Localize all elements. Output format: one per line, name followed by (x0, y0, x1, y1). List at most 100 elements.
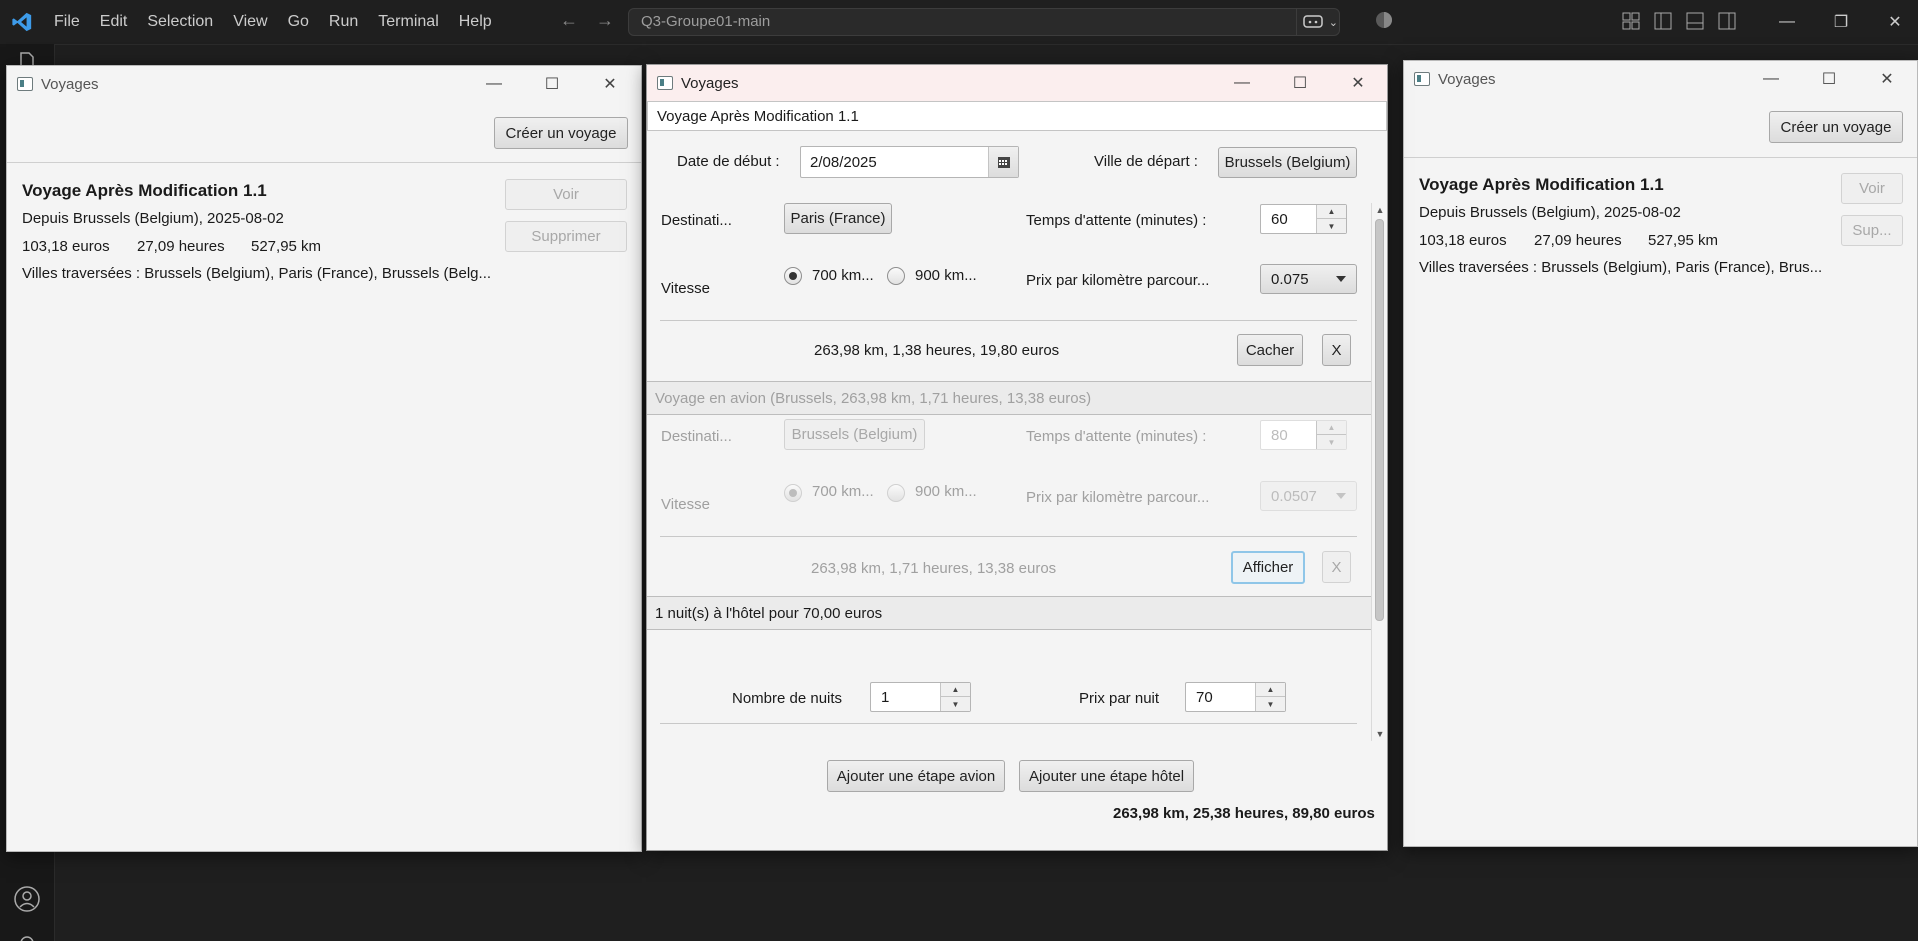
leg1-destination-button[interactable]: Paris (France) (784, 203, 892, 234)
spinner-down-icon[interactable]: ▼ (1317, 219, 1346, 233)
spinner-up-icon[interactable]: ▲ (1256, 683, 1285, 697)
leg1-speed-700-label[interactable]: 700 km... (812, 267, 874, 284)
leg2-price-km-combo[interactable]: 0.0507 (1260, 481, 1357, 511)
leg2-speed-900-radio[interactable] (887, 484, 905, 502)
minimize-icon[interactable]: — (1213, 65, 1271, 101)
close-icon[interactable]: ✕ (1329, 65, 1387, 101)
leg2-speed-700-radio[interactable] (784, 484, 802, 502)
start-date-picker[interactable]: 2/08/2025 (800, 146, 1019, 178)
scrollbar-thumb[interactable] (1375, 219, 1384, 621)
voyages-window-left: Voyages — ☐ ✕ Créer un voyage Voyage Apr… (6, 65, 642, 852)
hotel-price-spinner[interactable]: 70 ▲ ▼ (1185, 682, 1286, 712)
scroll-up-icon[interactable]: ▲ (1372, 203, 1388, 217)
toggle-panel-icon[interactable] (1686, 12, 1704, 30)
view-voyage-button[interactable]: Voir (1841, 173, 1903, 204)
toggle-secondary-sidebar-icon[interactable] (1718, 12, 1736, 30)
close-icon[interactable]: ✕ (581, 66, 639, 102)
voyage-km: 527,95 km (251, 238, 322, 255)
leg2-destination-button[interactable]: Brussels (Belgium) (784, 419, 925, 450)
window-title: Voyages (41, 75, 99, 93)
leg2-show-button[interactable]: Afficher (1231, 551, 1305, 584)
view-voyage-button[interactable]: Voir (505, 179, 627, 210)
menu-help[interactable]: Help (449, 0, 502, 44)
accounts-icon[interactable] (12, 884, 42, 914)
leg1-price-km-combo[interactable]: 0.075 (1260, 264, 1357, 294)
delete-voyage-button[interactable]: Sup... (1841, 215, 1903, 246)
create-voyage-button[interactable]: Créer un voyage (1769, 111, 1903, 143)
leg1-speed-900-label[interactable]: 900 km... (915, 267, 977, 284)
voyage-origin: Depuis Brussels (Belgium), 2025-08-02 (1419, 204, 1681, 221)
vscode-close-icon[interactable]: ✕ (1868, 0, 1918, 44)
leg1-speed-700-radio[interactable] (784, 267, 802, 285)
minimize-icon[interactable]: — (1742, 61, 1800, 97)
menu-file[interactable]: File (44, 0, 90, 44)
minimize-icon[interactable]: — (465, 66, 523, 102)
leg2-wait-spinner[interactable]: 80 ▲ ▼ (1260, 420, 1347, 450)
steps-scroll-area[interactable]: Destinati... Paris (France) Temps d'atte… (647, 203, 1387, 741)
customize-layout-icon[interactable] (1622, 12, 1640, 30)
leg1-destination-label: Destinati... (661, 212, 732, 229)
menu-go[interactable]: Go (278, 0, 319, 44)
command-center-search[interactable]: Q3-Groupe01-main (628, 8, 1340, 36)
java-app-icon (1414, 72, 1430, 86)
hotel-nights-label: Nombre de nuits (732, 690, 843, 707)
leg1-remove-button[interactable]: X (1322, 334, 1351, 366)
leg2-header[interactable]: Voyage en avion (Brussels, 263,98 km, 1,… (647, 381, 1371, 415)
menu-view[interactable]: View (223, 0, 277, 44)
calendar-icon (997, 156, 1010, 168)
dropdown-caret-icon (1336, 276, 1346, 282)
hotel-nights-spinner[interactable]: 1 ▲ ▼ (870, 682, 971, 712)
voyage-editor-window: Voyages — ☐ ✕ Voyage Après Modification … (646, 64, 1388, 851)
add-plane-step-button[interactable]: Ajouter une étape avion (827, 760, 1005, 792)
copilot-icon (1303, 15, 1323, 28)
menu-edit[interactable]: Edit (90, 0, 138, 44)
menu-run[interactable]: Run (319, 0, 368, 44)
leg2-speed-700-label[interactable]: 700 km... (812, 483, 874, 500)
hotel-nights-value: 1 (881, 689, 890, 706)
java-app-icon (657, 76, 673, 90)
spinner-down-icon[interactable]: ▼ (1256, 697, 1285, 711)
create-voyage-button[interactable]: Créer un voyage (494, 117, 628, 149)
voyage-hours: 27,09 heures (137, 238, 225, 255)
start-date-label: Date de début : (677, 153, 780, 170)
leg1-wait-spinner[interactable]: 60 ▲ ▼ (1260, 204, 1347, 234)
scroll-down-icon[interactable]: ▼ (1372, 727, 1388, 741)
hotel-header-text: 1 nuit(s) à l'hôtel pour 70,00 euros (655, 605, 883, 622)
voyage-name-input[interactable]: Voyage Après Modification 1.1 (647, 101, 1387, 131)
spinner-down-icon[interactable]: ▼ (1317, 435, 1346, 449)
vscode-minimize-icon[interactable]: — (1760, 0, 1814, 44)
manage-gear-icon[interactable] (14, 930, 40, 941)
spinner-up-icon[interactable]: ▲ (1317, 205, 1346, 219)
accounts-shield-icon[interactable] (1374, 10, 1394, 30)
spinner-up-icon[interactable]: ▲ (1317, 421, 1346, 435)
menu-terminal[interactable]: Terminal (368, 0, 448, 44)
chevron-down-icon: ⌄ (1328, 16, 1338, 29)
spinner-down-icon[interactable]: ▼ (941, 697, 970, 711)
maximize-icon[interactable]: ☐ (1800, 61, 1858, 97)
calendar-button[interactable] (988, 147, 1018, 177)
leg2-summary: 263,98 km, 1,71 heures, 13,38 euros (811, 560, 1057, 577)
close-icon[interactable]: ✕ (1858, 61, 1916, 97)
leg2-remove-button[interactable]: X (1322, 551, 1351, 583)
window-titlebar: Voyages — ☐ ✕ (1404, 61, 1917, 97)
leg1-wait-value: 60 (1271, 211, 1288, 228)
menu-selection[interactable]: Selection (137, 0, 223, 44)
delete-voyage-button[interactable]: Supprimer (505, 221, 627, 252)
hotel-price-label: Prix par nuit (1079, 690, 1160, 707)
leg2-speed-900-label[interactable]: 900 km... (915, 483, 977, 500)
hotel-header[interactable]: 1 nuit(s) à l'hôtel pour 70,00 euros (647, 596, 1371, 630)
leg1-price-km-value: 0.075 (1271, 271, 1309, 288)
leg1-speed-900-radio[interactable] (887, 267, 905, 285)
departure-city-button[interactable]: Brussels (Belgium) (1218, 147, 1357, 178)
vscode-restore-icon[interactable]: ❐ (1814, 0, 1868, 44)
leg1-hide-button[interactable]: Cacher (1237, 334, 1303, 366)
maximize-icon[interactable]: ☐ (523, 66, 581, 102)
maximize-icon[interactable]: ☐ (1271, 65, 1329, 101)
add-hotel-step-button[interactable]: Ajouter une étape hôtel (1019, 760, 1194, 792)
back-arrow-icon[interactable]: ← (560, 10, 578, 31)
steps-scrollbar[interactable]: ▲ ▼ (1371, 203, 1387, 741)
toggle-primary-sidebar-icon[interactable] (1654, 12, 1672, 30)
spinner-up-icon[interactable]: ▲ (941, 683, 970, 697)
forward-arrow-icon[interactable]: → (596, 10, 614, 31)
copilot-menu[interactable]: ⌄ (1296, 8, 1344, 36)
